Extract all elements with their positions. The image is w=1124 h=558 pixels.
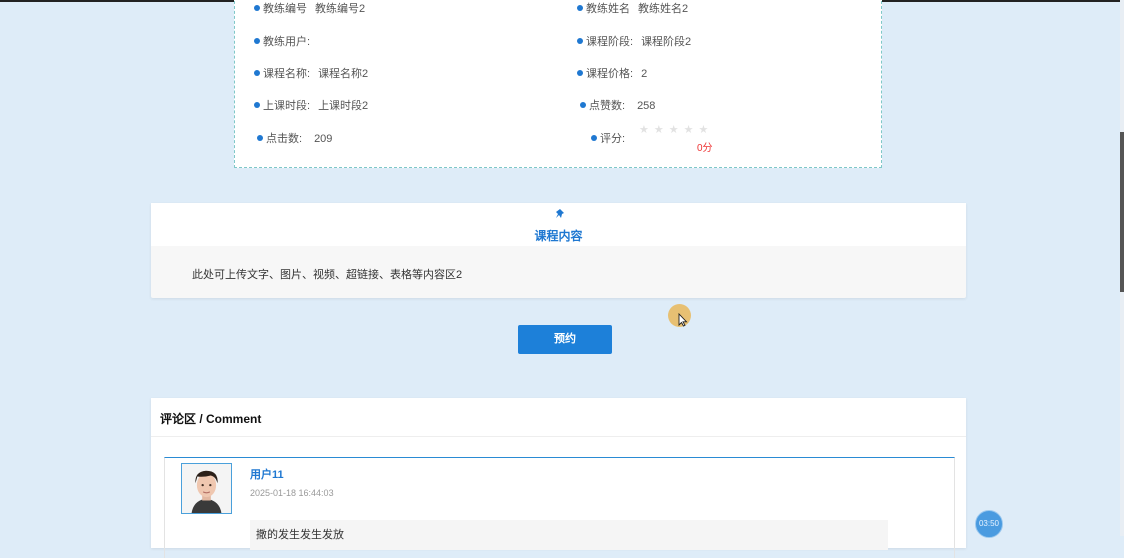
bullet-dot-icon: [580, 102, 586, 108]
course-content-title: 课程内容: [534, 229, 583, 243]
rating-field: 评分:: [591, 130, 625, 146]
course-name-label: 课程名称:: [263, 68, 311, 80]
course-content-panel: 课程内容 此处可上传文字、图片、视频、超链接、表格等内容区2: [151, 203, 966, 298]
clicks-value: 209: [314, 133, 333, 145]
bullet-dot-icon: [254, 5, 260, 11]
bullet-dot-icon: [254, 38, 260, 44]
class-time-label: 上课时段:: [263, 100, 311, 112]
likes-label: 点赞数:: [589, 100, 626, 112]
course-content-text: 此处可上传文字、图片、视频、超链接、表格等内容区2: [192, 269, 463, 281]
rating-score: 0分: [697, 143, 713, 154]
course-content-header: 课程内容: [151, 203, 966, 246]
rating-stars[interactable]: ★★★★★: [639, 123, 713, 136]
comment-item: 用户11 2025-01-18 16:44:03 撒的发生发生发放: [164, 457, 955, 558]
clicks-field: 点击数: 209: [257, 130, 332, 146]
likes-field: 点赞数: 258: [580, 97, 655, 113]
course-stage-value: 课程阶段2: [641, 36, 692, 48]
teacher-name-field: 教练姓名 教练姓名2: [577, 0, 688, 16]
bullet-dot-icon: [577, 5, 583, 11]
comment-section-title: 评论区 / Comment: [160, 412, 262, 426]
course-name-value: 课程名称2: [318, 68, 369, 80]
comment-section: 评论区 / Comment 用户11 2025-01-18 16:44:03 撒…: [151, 398, 966, 558]
teacher-name-value: 教练姓名2: [638, 3, 689, 15]
bullet-dot-icon: [591, 135, 597, 141]
course-info-card: 教练编号 教练编号2 教练姓名 教练姓名2 教练用户: 课程阶段: 课程阶段2 课程名…: [234, 0, 882, 168]
course-stage-field: 课程阶段: 课程阶段2: [577, 33, 691, 49]
book-button[interactable]: 预约: [518, 325, 612, 354]
teacher-user-field: 教练用户:: [254, 33, 310, 49]
mouse-cursor-icon: [678, 313, 688, 327]
clicks-label: 点击数:: [266, 133, 303, 145]
comment-text: 撒的发生发生发放: [256, 529, 344, 541]
rating-label: 评分:: [600, 133, 626, 145]
bullet-dot-icon: [257, 135, 263, 141]
bullet-dot-icon: [254, 70, 260, 76]
teacher-no-label: 教练编号: [263, 3, 307, 15]
comment-timestamp: 2025-01-18 16:44:03: [250, 488, 334, 498]
teacher-no-value: 教练编号2: [315, 3, 366, 15]
class-time-field: 上课时段: 上课时段2: [254, 97, 368, 113]
timer-bubble[interactable]: 03:50: [975, 510, 1003, 538]
course-name-field: 课程名称: 课程名称2: [254, 65, 368, 81]
pin-icon: [556, 209, 564, 218]
course-price-label: 课程价格:: [586, 68, 634, 80]
teacher-name-label: 教练姓名: [586, 3, 630, 15]
class-time-value: 上课时段2: [318, 100, 369, 112]
bullet-dot-icon: [577, 70, 583, 76]
divider: [151, 436, 966, 437]
scrollbar-thumb[interactable]: [1120, 132, 1124, 292]
comment-username[interactable]: 用户11: [250, 466, 284, 482]
course-price-value: 2: [641, 68, 648, 80]
bullet-dot-icon: [577, 38, 583, 44]
teacher-user-label: 教练用户:: [263, 36, 311, 48]
avatar[interactable]: [181, 463, 232, 514]
course-stage-label: 课程阶段:: [586, 36, 634, 48]
user-photo-icon: [182, 464, 231, 513]
likes-value: 258: [637, 100, 656, 112]
teacher-no-field: 教练编号 教练编号2: [254, 0, 365, 16]
comment-body: 撒的发生发生发放: [250, 520, 888, 550]
course-price-field: 课程价格: 2: [577, 65, 647, 81]
bullet-dot-icon: [254, 102, 260, 108]
